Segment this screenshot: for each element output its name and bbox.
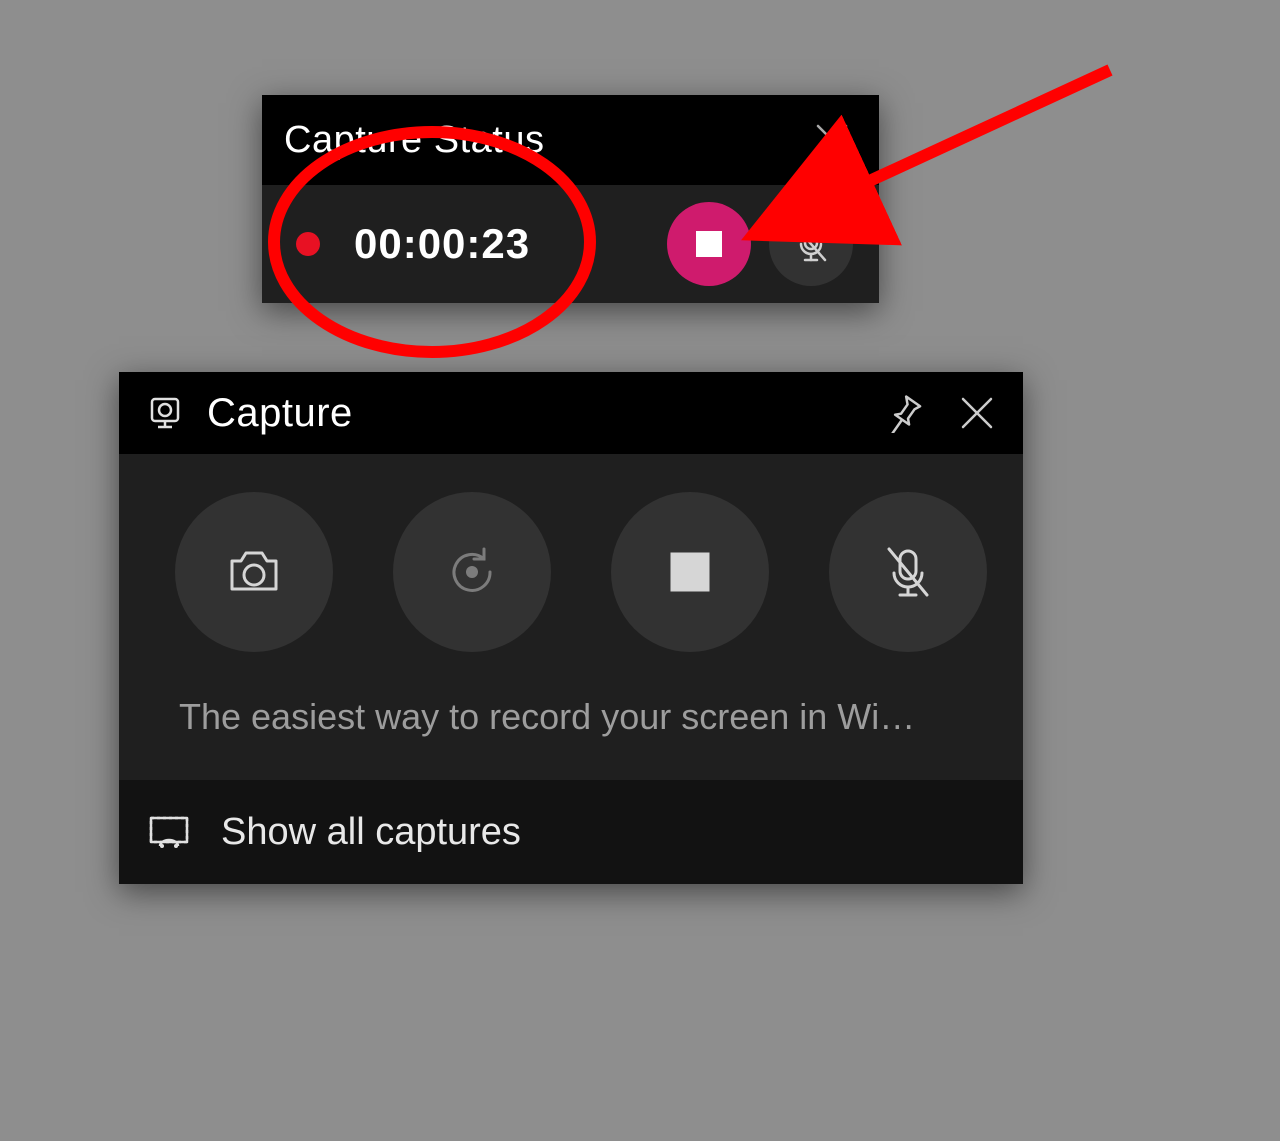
mic-muted-icon xyxy=(879,543,937,601)
capture-status-widget: Capture Status 00:00:23 xyxy=(262,95,879,303)
close-button[interactable] xyxy=(953,389,1001,437)
recording-timer: 00:00:23 xyxy=(354,220,530,268)
mic-toggle-button[interactable] xyxy=(829,492,987,652)
capture-panel: Capture xyxy=(119,372,1023,884)
close-button[interactable] xyxy=(807,115,857,165)
close-icon xyxy=(812,120,852,160)
mic-muted-icon xyxy=(791,224,831,264)
capture-panel-header: Capture xyxy=(119,372,1023,454)
annotation-arrow xyxy=(850,70,1110,190)
pin-icon xyxy=(885,393,925,433)
capture-panel-body: The easiest way to record your screen in… xyxy=(119,454,1023,780)
capture-status-body: 00:00:23 xyxy=(262,185,879,303)
camera-icon xyxy=(225,543,283,601)
capture-button-row xyxy=(175,492,987,652)
gallery-icon xyxy=(147,810,191,854)
pin-button[interactable] xyxy=(881,389,929,437)
show-all-captures-button[interactable]: Show all captures xyxy=(119,780,1023,884)
show-all-captures-label: Show all captures xyxy=(221,811,521,854)
recording-indicator-icon xyxy=(296,232,320,256)
capture-status-title: Capture Status xyxy=(284,119,544,162)
capture-description: The easiest way to record your screen in… xyxy=(175,652,987,780)
stop-recording-button[interactable] xyxy=(611,492,769,652)
capture-panel-title: Capture xyxy=(207,391,857,436)
record-last-30-icon xyxy=(443,543,501,601)
mic-toggle-button[interactable] xyxy=(769,202,853,286)
close-icon xyxy=(957,393,997,433)
webcam-icon xyxy=(147,395,183,431)
screenshot-button[interactable] xyxy=(175,492,333,652)
stop-recording-button[interactable] xyxy=(667,202,751,286)
stop-icon xyxy=(667,549,713,595)
record-last-30-button[interactable] xyxy=(393,492,551,652)
capture-status-header: Capture Status xyxy=(262,95,879,185)
stop-icon xyxy=(694,229,724,259)
